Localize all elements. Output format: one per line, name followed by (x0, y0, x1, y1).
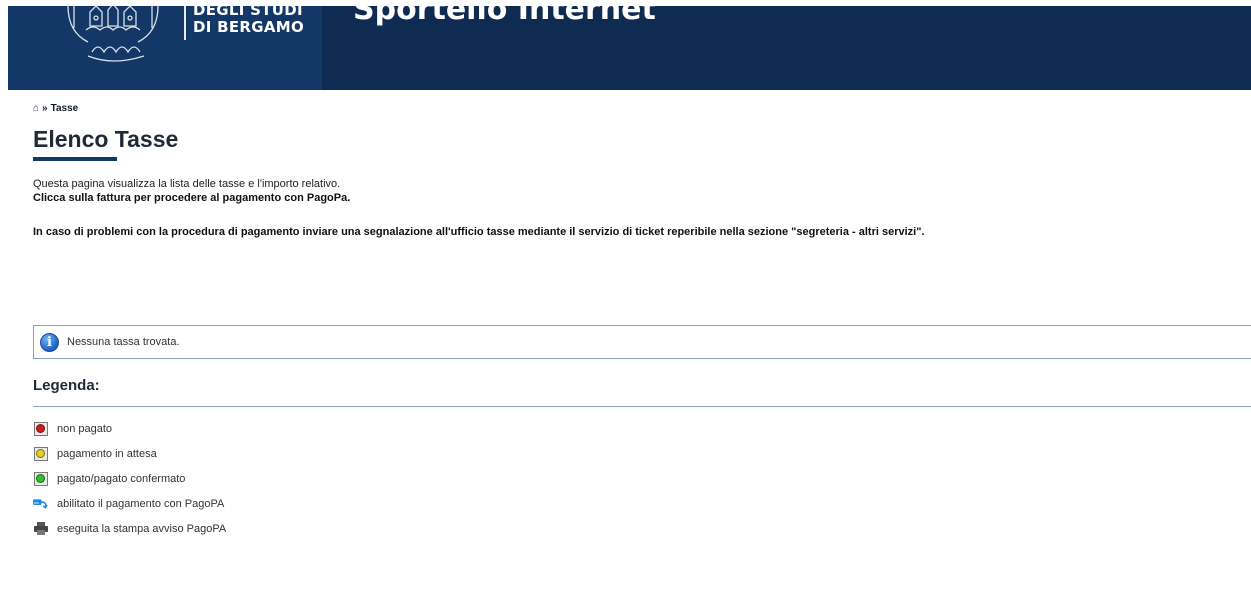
logo-line-1: DEGLI STUDI (193, 1, 303, 19)
legend-divider (33, 406, 1251, 407)
legend-label: pagamento in attesa (57, 447, 157, 460)
info-message-box: i Nessuna tassa trovata. (33, 325, 1251, 359)
legend-label: pagato/pagato confermato (57, 472, 186, 485)
red-status-icon (33, 421, 48, 436)
home-icon[interactable]: ⌂ (33, 103, 39, 114)
legend-list: non pagato pagamento in attesa pagato/pa… (33, 416, 226, 541)
instruction-text: Clicca sulla fattura per procedere al pa… (33, 192, 351, 204)
legend-item-pending: pagamento in attesa (33, 441, 226, 466)
header-logo-area[interactable]: DEGLI STUDI DI BERGAMO (8, 2, 322, 90)
green-status-icon (33, 471, 48, 486)
page-title: Elenco Tasse (33, 126, 179, 152)
title-underline (33, 157, 117, 161)
breadcrumb-current: Tasse (50, 103, 79, 114)
breadcrumb: ⌂ » Tasse (33, 103, 78, 114)
pagopa-icon: pa (33, 496, 48, 511)
yellow-status-icon (33, 446, 48, 461)
legend-label: non pagato (57, 422, 113, 435)
info-message: Nessuna tassa trovata. (67, 336, 180, 348)
legend-item-not-paid: non pagato (33, 416, 226, 441)
intro-text: Questa pagina visualizza la lista delle … (33, 178, 341, 190)
warning-text: In caso di problemi con la procedura di … (33, 226, 925, 238)
breadcrumb-separator: » (42, 103, 48, 114)
site-title: Sportello Internet (353, 0, 656, 27)
legend-item-paid: pagato/pagato confermato (33, 466, 226, 491)
legend-item-pagopa: pa abilitato il pagamento con PagoPA (33, 491, 226, 516)
university-name: DEGLI STUDI DI BERGAMO (193, 2, 304, 36)
logo-line-2: DI BERGAMO (193, 18, 305, 36)
site-header: DEGLI STUDI DI BERGAMO Sportello Interne… (8, 0, 1251, 90)
legend-title: Legenda: (33, 377, 100, 394)
svg-text:pa: pa (34, 501, 39, 505)
legend-label: abilitato il pagamento con PagoPA (57, 497, 225, 510)
info-icon: i (40, 332, 59, 352)
legend-label: eseguita la stampa avviso PagoPA (57, 522, 227, 535)
printer-icon (33, 521, 48, 536)
logo-divider (184, 6, 186, 40)
university-seal-icon (67, 2, 159, 62)
legend-item-printed: eseguita la stampa avviso PagoPA (33, 516, 226, 541)
